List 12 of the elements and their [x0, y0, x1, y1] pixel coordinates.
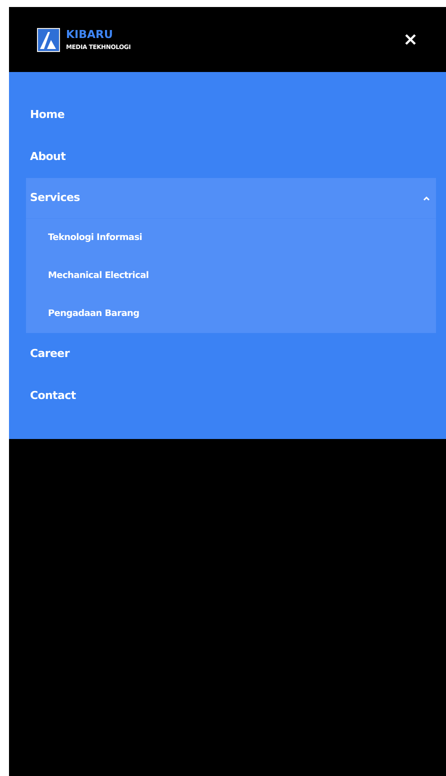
- submenu-item[interactable]: Pengadaan Barang: [26, 295, 436, 333]
- menu-item[interactable]: Contact: [26, 375, 436, 417]
- submenu-item[interactable]: Mechanical Electrical: [26, 257, 436, 295]
- submenu-item[interactable]: Teknologi Informasi: [26, 219, 436, 257]
- menu-item[interactable]: Services: [26, 178, 436, 219]
- menu-item[interactable]: Home: [26, 94, 436, 136]
- logo-icon: [37, 28, 60, 52]
- close-button[interactable]: [405, 34, 416, 45]
- brand-name: KIBARU: [66, 28, 114, 40]
- menu-item[interactable]: About: [26, 136, 436, 178]
- close-icon: [405, 34, 416, 45]
- menu-item[interactable]: Career: [26, 333, 436, 375]
